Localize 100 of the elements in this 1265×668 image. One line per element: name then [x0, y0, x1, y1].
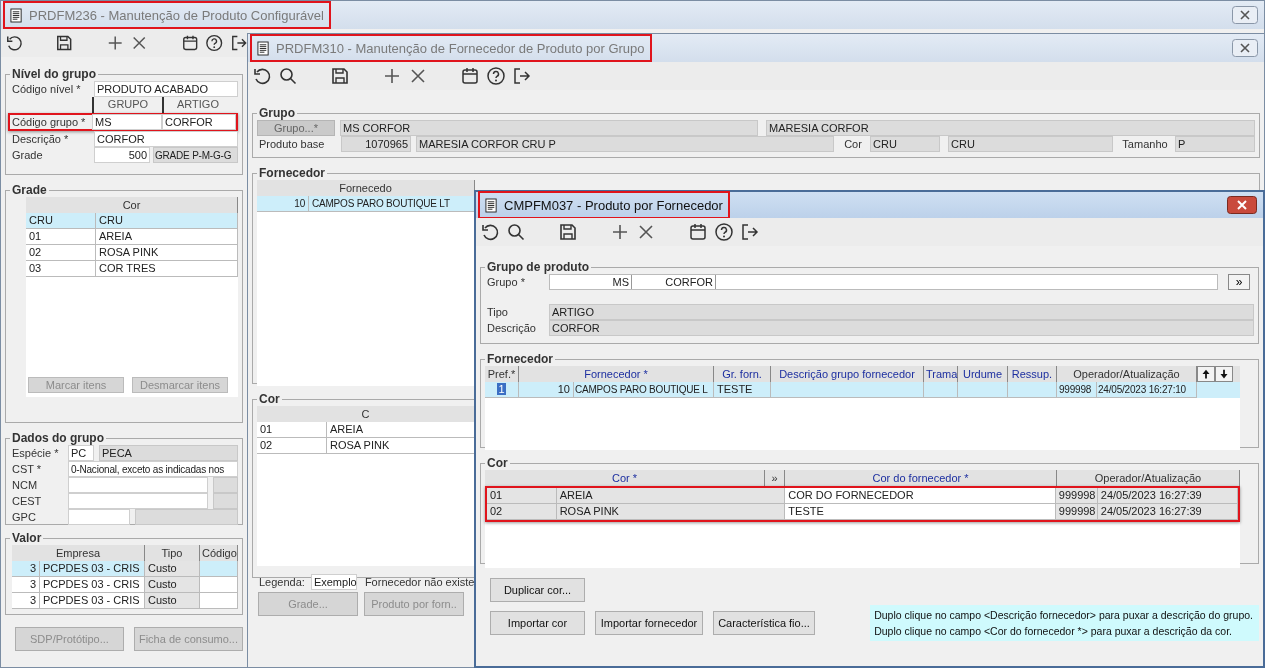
- help-icon[interactable]: [714, 222, 734, 242]
- table-cell: 01: [487, 488, 557, 504]
- save-icon[interactable]: [558, 222, 578, 242]
- input-field: PECA: [99, 445, 238, 461]
- field-label: Espécie *: [11, 447, 60, 459]
- input-field: MARESIA CORFOR: [766, 120, 1255, 136]
- table-cell: Custo: [145, 561, 200, 577]
- table-row[interactable]: 02 ROSA PINK: [26, 245, 238, 261]
- input-field[interactable]: PRODUTO ACABADO: [94, 81, 238, 97]
- save-icon[interactable]: [55, 33, 74, 53]
- input-field[interactable]: 0-Nacional, exceto as indicadas nos: [68, 461, 238, 477]
- window-title: CMPFM037 - Produto por Fornecedor: [504, 197, 723, 213]
- close-icon[interactable]: [1232, 6, 1258, 24]
- document-icon: [257, 40, 270, 56]
- search-icon[interactable]: [506, 222, 526, 242]
- input-field: CRU: [948, 136, 1113, 152]
- table-cell: 999998: [1057, 382, 1097, 398]
- table-row[interactable]: 01 AREIA: [26, 229, 238, 245]
- input-field[interactable]: 500: [94, 147, 150, 163]
- undo-icon[interactable]: [5, 33, 24, 53]
- input-field: MARESIA CORFOR CRU P: [416, 136, 834, 152]
- document-icon: [10, 7, 23, 23]
- input-field: MS CORFOR: [340, 120, 758, 136]
- table-cell: AREIA: [556, 488, 786, 504]
- field-label: Cor: [843, 138, 863, 150]
- input-field: CRU: [870, 136, 940, 152]
- help-icon[interactable]: [486, 66, 506, 86]
- input-field[interactable]: [68, 477, 208, 493]
- input-field[interactable]: MS: [92, 114, 162, 130]
- help-icon[interactable]: [205, 33, 224, 53]
- table-row[interactable]: 3 PCPDES 03 - CRIS Custo: [12, 577, 238, 593]
- table-cell: 02: [487, 504, 557, 520]
- add-icon[interactable]: [610, 222, 630, 242]
- hint-text: Duplo clique no campo <Descrição fornecedor> para puxar a descrição do grupo.: [874, 608, 1253, 623]
- table-row[interactable]: 3 PCPDES 03 - CRIS Custo: [12, 561, 238, 577]
- table-row[interactable]: CRU CRU: [26, 213, 238, 229]
- table-cell: 24/05/2023 16:27:39: [1097, 504, 1238, 520]
- input-field: P: [1175, 136, 1255, 152]
- exit-icon[interactable]: [512, 66, 532, 86]
- table-row[interactable]: 10 CAMPOS PARO BOUTIQUE LT: [257, 196, 475, 212]
- section-title: Grupo de produto: [486, 260, 590, 274]
- action-button[interactable]: Importar cor: [490, 611, 585, 635]
- window-title: PRDFM236 - Manutenção de Produto Configurável: [29, 7, 324, 23]
- table-row[interactable]: 1 10 CAMPOS PARO BOUTIQUE L TESTE 999998 24/05/2023 16:27:10: [485, 382, 1240, 398]
- exit-icon[interactable]: [229, 33, 248, 53]
- more-button[interactable]: »: [1228, 274, 1250, 290]
- input-field: GRADE P-M-G-G: [153, 147, 238, 163]
- table-row[interactable]: 03 COR TRES: [26, 261, 238, 277]
- field-label: Grade: [11, 149, 44, 161]
- field-label: Grupo *: [486, 276, 526, 288]
- section-title: Valor: [11, 531, 43, 545]
- calendar-icon[interactable]: [460, 66, 480, 86]
- undo-icon[interactable]: [252, 66, 272, 86]
- undo-icon[interactable]: [480, 222, 500, 242]
- table-cell: 24/05/2023 16:27:10: [1097, 382, 1197, 398]
- action-button[interactable]: Característica fio...: [713, 611, 815, 635]
- input-field[interactable]: PC: [68, 445, 94, 461]
- field-label: Produto base: [258, 138, 326, 150]
- exit-icon[interactable]: [740, 222, 760, 242]
- save-icon[interactable]: [330, 66, 350, 86]
- table-cell: 02: [257, 438, 327, 454]
- calendar-icon[interactable]: [180, 33, 200, 53]
- field-label: Código grupo *: [11, 116, 87, 128]
- input-field[interactable]: [68, 509, 130, 525]
- section-title: Grade: [11, 183, 48, 197]
- input-field[interactable]: [68, 493, 208, 509]
- input-field[interactable]: CORFOR: [162, 114, 236, 130]
- table-row[interactable]: 02 ROSA PINK: [257, 438, 475, 454]
- section-title: Dados do grupo: [11, 431, 105, 445]
- section-title: Fornecedor: [486, 352, 554, 366]
- input-field[interactable]: CORFOR: [94, 131, 238, 147]
- table-cell: 1: [485, 382, 519, 398]
- close-icon[interactable]: [1227, 196, 1257, 214]
- add-icon[interactable]: [382, 66, 402, 86]
- field-label: Código nível *: [11, 83, 82, 95]
- field-label: Tipo: [486, 306, 509, 318]
- action-button[interactable]: Importar fornecedor: [595, 611, 703, 635]
- close-icon[interactable]: [1232, 39, 1258, 57]
- table-row[interactable]: 3 PCPDES 03 - CRIS Custo: [12, 593, 238, 609]
- table-cell: [200, 593, 238, 609]
- input-field: [213, 493, 238, 509]
- document-icon: [485, 197, 498, 213]
- table-cell: 24/05/2023 16:27:39: [1097, 488, 1238, 504]
- group-button[interactable]: Grupo...*: [257, 120, 335, 136]
- duplicate-color-button[interactable]: Duplicar cor...: [490, 578, 585, 602]
- field-label: Tamanho: [1121, 138, 1169, 150]
- column-header: Operador/Atualização: [1057, 470, 1240, 486]
- table-cell: COR TRES: [96, 261, 238, 277]
- section-title: Nível do grupo: [11, 67, 97, 81]
- table-cell: 999998: [1055, 504, 1098, 520]
- field-label: GPC: [11, 511, 37, 523]
- calendar-icon[interactable]: [688, 222, 708, 242]
- field-label: Descrição *: [11, 133, 70, 145]
- section-title: Cor: [258, 392, 281, 406]
- table-row[interactable]: 01 AREIA: [257, 422, 475, 438]
- input-field[interactable]: MS CORFOR: [549, 274, 1218, 290]
- field-label: NCM: [11, 479, 39, 491]
- search-icon[interactable]: [278, 66, 298, 86]
- section-title: Fornecedor: [258, 166, 326, 180]
- legend-text: Fornecedor não existe: [363, 576, 475, 588]
